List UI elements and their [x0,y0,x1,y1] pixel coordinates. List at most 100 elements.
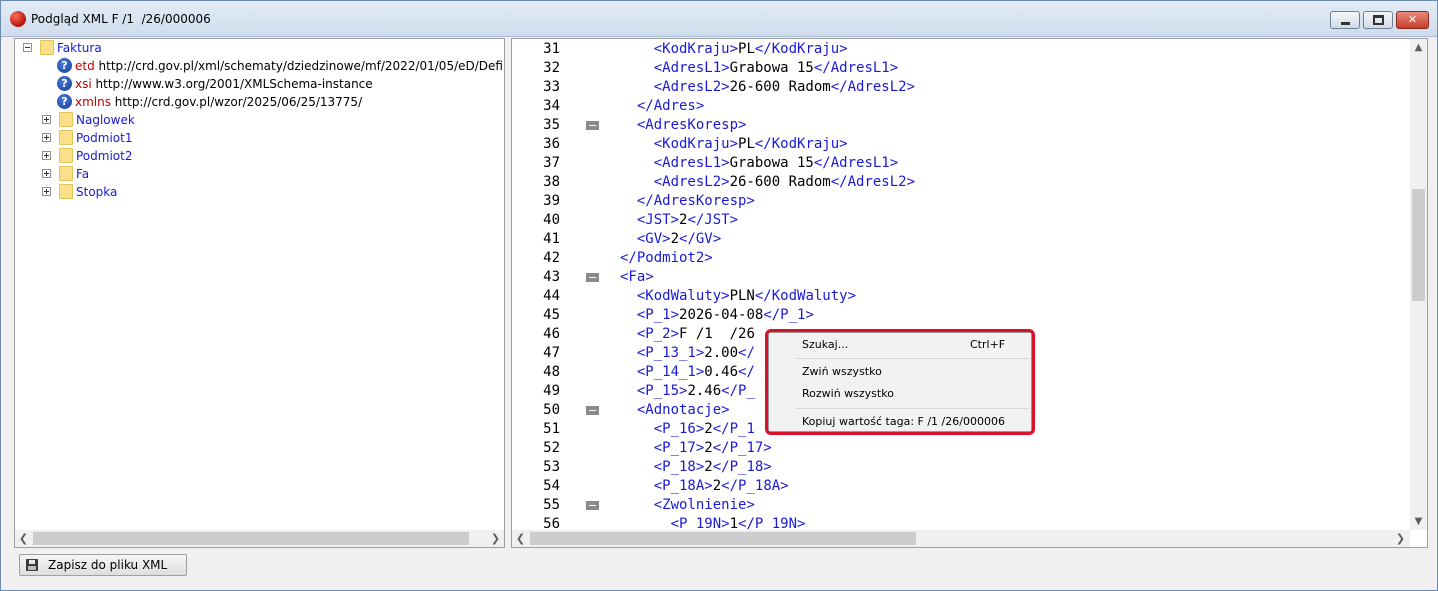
line-number: 31 [543,41,560,57]
expand-icon[interactable] [42,169,51,178]
code-line[interactable]: 41 <GV>2</GV> [512,230,1412,249]
code-line[interactable]: 43 <Fa> [512,268,1412,287]
scroll-thumb[interactable] [1412,189,1425,301]
code-content: </Podmiot2> [620,249,713,268]
code-line[interactable]: 34 </Adres> [512,97,1412,116]
code-content: <AdresL1>Grabowa 15</AdresL1> [620,59,898,78]
tree-node-stopka[interactable]: Stopka [42,183,442,201]
xml-value: 2 [704,440,713,456]
folder-icon [40,40,54,55]
xml-open-tag: <AdresKoresp> [636,117,747,133]
scroll-thumb[interactable] [33,532,469,545]
code-line[interactable]: 55 <Zwolnienie> [512,496,1412,515]
xml-close-tag: </P_1 [712,421,755,437]
line-number: 50 [543,402,560,418]
code-line[interactable]: 52 <P_17>2</P_17> [512,439,1412,458]
tree-node-fa[interactable]: Fa [42,165,442,183]
expand-icon[interactable] [42,115,51,124]
xml-tree-panel[interactable]: Faktura ? etd http://crd.gov.pl/xml/schem… [14,38,505,548]
tree-attribute-row[interactable]: ? xsi http://www.w3.org/2001/XMLSchema-in… [57,75,504,93]
tree-node-naglowek[interactable]: Naglowek [42,111,442,129]
xml-close-tag: </P_ [721,383,755,399]
code-line[interactable]: 39 </AdresKoresp> [512,192,1412,211]
close-button[interactable]: ✕ [1396,11,1429,29]
fold-toggle-icon[interactable] [586,501,599,510]
attribute-text: xmlns http://crd.gov.pl/wzor/2025/06/25/… [75,93,362,111]
fold-toggle-icon[interactable] [586,406,599,415]
scroll-down-icon[interactable]: ▼ [1410,513,1427,530]
attribute-name: xmlns [75,95,111,109]
xml-open-tag: <GV> [636,231,671,247]
xml-close-tag: </KodKraju> [754,136,848,152]
tree-attribute-row[interactable]: ? etd http://crd.gov.pl/xml/schematy/dzie… [57,57,504,75]
expand-icon[interactable] [42,187,51,196]
maximize-button[interactable] [1363,11,1393,29]
line-number: 35 [543,117,560,133]
folder-icon [59,112,73,127]
line-number: 34 [543,98,560,114]
scroll-right-icon[interactable]: ❯ [487,530,504,547]
line-number: 36 [543,136,560,152]
xml-close-tag: </P_17> [712,440,772,456]
line-number: 49 [543,383,560,399]
xml-value: 2 [704,459,713,475]
code-line[interactable]: 53 <P_18>2</P_18> [512,458,1412,477]
tree-horizontal-scrollbar[interactable]: ❮ ❯ [15,530,504,547]
code-line[interactable]: 33 <AdresL2>26-600 Radom</AdresL2> [512,78,1412,97]
tree-node-label: Naglowek [76,113,135,127]
xml-open-tag: <KodKraju> [653,136,739,152]
scroll-left-icon[interactable]: ❮ [512,530,529,547]
code-content: <KodKraju>PL</KodKraju> [620,40,848,59]
code-content: <Zwolnienie> [620,496,755,515]
code-line[interactable]: 31 <KodKraju>PL</KodKraju> [512,40,1412,59]
code-line[interactable]: 35 <AdresKoresp> [512,116,1412,135]
code-content: <Fa> [620,268,654,287]
line-number: 53 [543,459,560,475]
tree-node-root[interactable]: Faktura [23,39,503,57]
code-line[interactable]: 40 <JST>2</JST> [512,211,1412,230]
save-to-xml-button[interactable]: Zapisz do pliku XML [19,554,187,576]
code-line[interactable]: 32 <AdresL1>Grabowa 15</AdresL1> [512,59,1412,78]
xml-value: PL [738,41,755,57]
tree-attribute-row[interactable]: ? xmlns http://crd.gov.pl/wzor/2025/06/25… [57,93,504,111]
code-line[interactable]: 44 <KodWaluty>PLN</KodWaluty> [512,287,1412,306]
expand-icon[interactable] [42,133,51,142]
scroll-right-icon[interactable]: ❯ [1392,530,1409,547]
code-vertical-scrollbar[interactable]: ▲ ▼ [1410,39,1427,530]
line-number: 32 [543,60,560,76]
tree-node-label: Podmiot1 [76,131,133,145]
code-horizontal-scrollbar[interactable]: ❮ ❯ [512,530,1410,547]
code-line[interactable]: 45 <P_1>2026-04-08</P_1> [512,306,1412,325]
xml-close-tag: </AdresL1> [813,155,899,171]
code-line[interactable]: 38 <AdresL2>26-600 Radom</AdresL2> [512,173,1412,192]
xml-open-tag: <AdresL2> [653,174,730,190]
xml-value: 2.46 [687,383,722,399]
expand-icon[interactable] [42,151,51,160]
code-content: <AdresL2>26-600 Radom</AdresL2> [620,78,915,97]
xml-source-panel[interactable]: 31 <KodKraju>PL</KodKraju> 32 <AdresL1>Gr… [511,38,1428,548]
xml-open-tag: <P_1> [636,307,680,323]
minimize-button[interactable] [1330,11,1360,29]
collapse-icon[interactable] [23,43,32,52]
fold-toggle-icon[interactable] [586,273,599,282]
xml-value: Grabowa 15 [729,155,814,171]
code-content: <KodWaluty>PLN</KodWaluty> [620,287,856,306]
fold-toggle-icon[interactable] [586,121,599,130]
line-number: 37 [543,155,560,171]
code-line[interactable]: 42 </Podmiot2> [512,249,1412,268]
attribute-icon: ? [57,76,72,91]
xml-open-tag: <Adnotacje> [636,402,730,418]
xml-open-tag: <AdresL2> [653,79,730,95]
code-line[interactable]: 36 <KodKraju>PL</KodKraju> [512,135,1412,154]
title-bar[interactable]: Podgląd XML F /1 /26/000006 ✕ [1,1,1437,37]
tree-node-podmiot1[interactable]: Podmiot1 [42,129,442,147]
xml-close-tag: </GV> [679,231,722,247]
code-line[interactable]: 37 <AdresL1>Grabowa 15</AdresL1> [512,154,1412,173]
code-line[interactable]: 54 <P_18A>2</P_18A> [512,477,1412,496]
attribute-text: xsi http://www.w3.org/2001/XMLSchema-ins… [75,75,373,93]
tree-node-podmiot2[interactable]: Podmiot2 [42,147,442,165]
line-number: 43 [543,269,560,285]
scroll-left-icon[interactable]: ❮ [15,530,32,547]
scroll-thumb[interactable] [530,532,916,545]
scroll-up-icon[interactable]: ▲ [1410,39,1427,56]
